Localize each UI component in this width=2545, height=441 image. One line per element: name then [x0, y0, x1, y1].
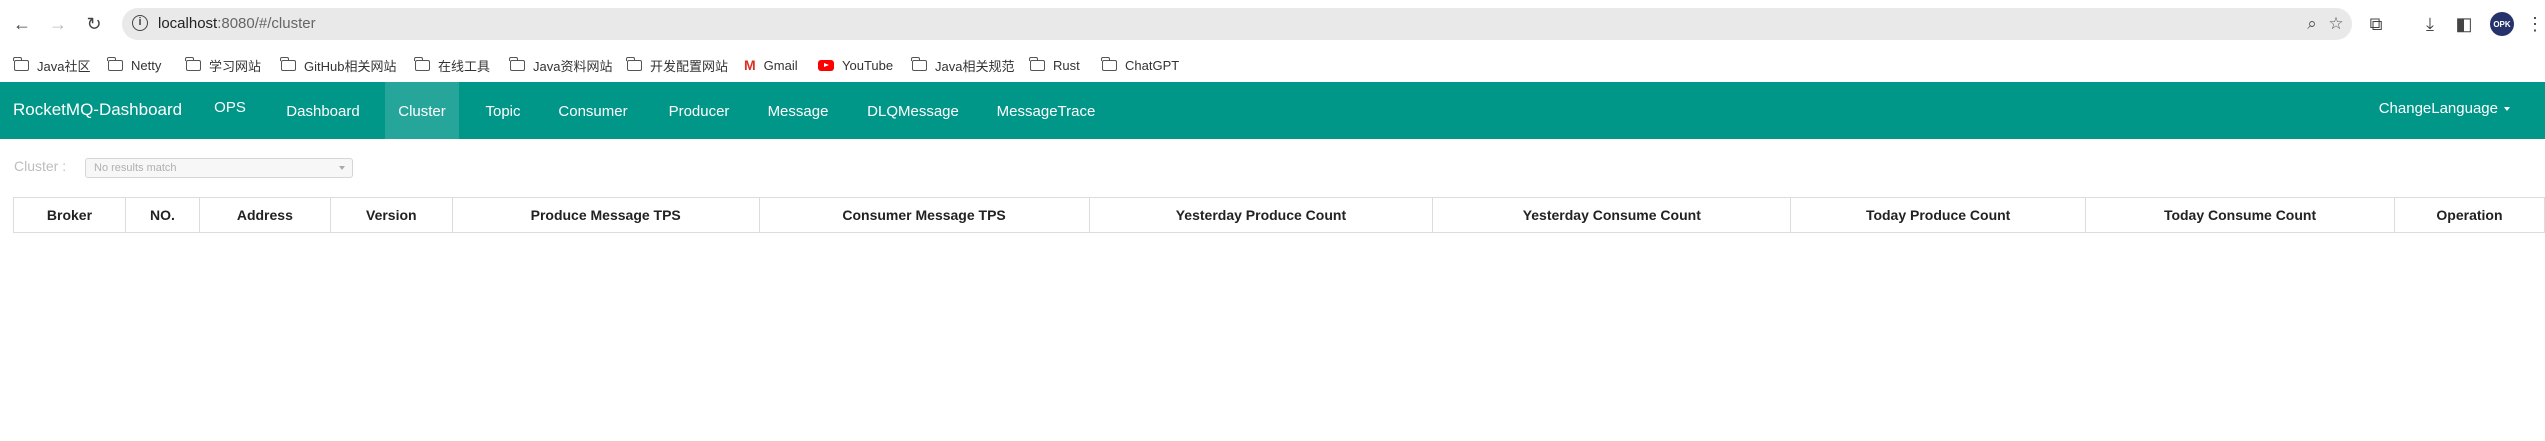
- col-today-produce: Today Produce Count: [1790, 197, 2087, 233]
- download-icon[interactable]: ⤓: [2416, 10, 2444, 38]
- extensions-icon[interactable]: ⧉: [2362, 10, 2390, 38]
- folder-icon: [13, 56, 29, 71]
- zoom-icon[interactable]: ⌕: [2302, 14, 2322, 34]
- bookmarks-bar: Java社区 Netty 学习网站 GitHub相关网站 在线工具 Java资料…: [0, 48, 2545, 82]
- menu-kebab-icon[interactable]: ⋮: [2525, 10, 2545, 38]
- bookmark-netty[interactable]: Netty: [107, 54, 161, 76]
- cluster-table: Broker NO. Address Version Produce Messa…: [13, 197, 2545, 233]
- bookmark-study-sites[interactable]: 学习网站: [185, 54, 261, 76]
- bookmark-dev-config[interactable]: 开发配置网站: [626, 54, 728, 76]
- folder-icon: [414, 56, 430, 71]
- table-header-row: Broker NO. Address Version Produce Messa…: [13, 197, 2545, 233]
- nav-message-trace[interactable]: MessageTrace: [992, 82, 1100, 139]
- col-yesterday-produce: Yesterday Produce Count: [1088, 197, 1434, 233]
- nav-dashboard[interactable]: Dashboard: [280, 82, 366, 139]
- chevron-down-icon: [339, 166, 345, 170]
- folder-icon: [509, 56, 525, 71]
- side-panel-icon[interactable]: ◧: [2450, 10, 2478, 38]
- bookmark-gmail[interactable]: M Gmail: [744, 54, 798, 76]
- col-today-consume: Today Consume Count: [2085, 197, 2395, 233]
- nav-message[interactable]: Message: [764, 82, 832, 139]
- folder-icon: [185, 56, 201, 71]
- folder-icon: [280, 56, 296, 71]
- col-broker: Broker: [13, 197, 126, 233]
- bookmark-online-tools[interactable]: 在线工具: [414, 54, 490, 76]
- profile-avatar[interactable]: OPK: [2490, 12, 2514, 36]
- site-info-icon[interactable]: i: [132, 15, 148, 31]
- caret-down-icon: [2504, 107, 2510, 112]
- gmail-icon: M: [744, 57, 756, 73]
- change-language-dropdown[interactable]: ChangeLanguage: [2379, 100, 2510, 117]
- col-produce-tps: Produce Message TPS: [451, 197, 760, 233]
- app-brand[interactable]: RocketMQ-Dashboard: [13, 100, 182, 120]
- col-consumer-tps: Consumer Message TPS: [758, 197, 1090, 233]
- back-arrow-icon[interactable]: ←: [8, 10, 36, 38]
- bookmark-chatgpt[interactable]: ChatGPT: [1101, 54, 1179, 76]
- forward-arrow-icon[interactable]: →: [44, 10, 72, 38]
- bookmark-github-sites[interactable]: GitHub相关网站: [280, 54, 396, 76]
- bookmark-rust[interactable]: Rust: [1029, 54, 1080, 76]
- col-no: NO.: [124, 197, 200, 233]
- col-address: Address: [198, 197, 331, 233]
- bookmark-java-resources[interactable]: Java资料网站: [509, 54, 612, 76]
- nav-producer[interactable]: Producer: [660, 82, 738, 139]
- nav-topic[interactable]: Topic: [478, 82, 528, 139]
- folder-icon: [1101, 56, 1117, 71]
- bookmark-java-community[interactable]: Java社区: [13, 54, 90, 76]
- app-navbar: RocketMQ-Dashboard OPS Dashboard Cluster…: [0, 82, 2545, 139]
- folder-icon: [107, 56, 123, 71]
- address-bar[interactable]: i localhost:8080/#/cluster ⌕ ☆: [122, 8, 2352, 40]
- cluster-select-placeholder: No results match: [94, 162, 177, 174]
- cluster-filter-label: Cluster :: [14, 158, 67, 174]
- nav-consumer[interactable]: Consumer: [553, 82, 633, 139]
- reload-icon[interactable]: ↻: [80, 10, 108, 38]
- nav-ops[interactable]: OPS: [204, 82, 256, 139]
- youtube-icon: [818, 59, 834, 71]
- col-operation: Operation: [2393, 197, 2545, 233]
- url-text[interactable]: localhost:8080/#/cluster: [158, 15, 316, 32]
- bookmark-youtube[interactable]: YouTube: [818, 54, 893, 76]
- col-version: Version: [329, 197, 453, 233]
- browser-toolbar: ← → ↻ i localhost:8080/#/cluster ⌕ ☆ ⧉ ⤓…: [0, 0, 2545, 48]
- col-yesterday-consume: Yesterday Consume Count: [1432, 197, 1792, 233]
- folder-icon: [1029, 56, 1045, 71]
- nav-cluster[interactable]: Cluster: [385, 82, 459, 139]
- folder-icon: [911, 56, 927, 71]
- cluster-select[interactable]: No results match: [85, 158, 353, 178]
- nav-dlq-message[interactable]: DLQMessage: [862, 82, 964, 139]
- bookmark-star-icon[interactable]: ☆: [2326, 14, 2346, 34]
- bookmark-java-specs[interactable]: Java相关规范: [911, 54, 1014, 76]
- folder-icon: [626, 56, 642, 71]
